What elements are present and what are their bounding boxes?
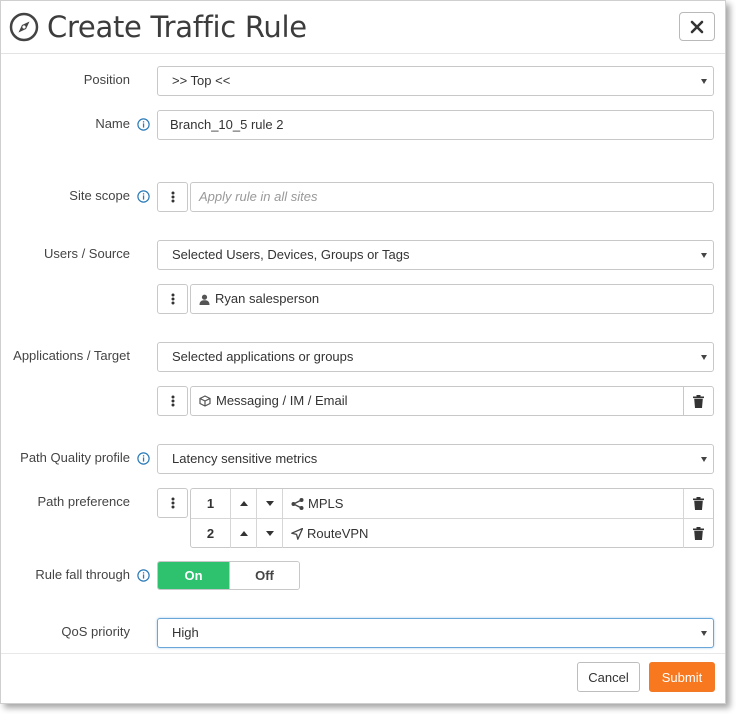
submit-button[interactable]: Submit [649,662,715,692]
share-icon [291,497,304,510]
qos-priority-value: High [172,625,199,640]
dialog-title: Create Traffic Rule [47,10,307,44]
path-row: 2 RouteVPN [191,518,713,548]
applications-target-label: Applications / Target [13,348,130,363]
users-list-field[interactable]: Ryan salesperson [190,284,714,314]
delete-application-button[interactable] [683,387,713,415]
position-value: >> Top << [172,73,231,88]
create-traffic-rule-dialog: Create Traffic Rule Position >> Top << N… [0,0,726,704]
applications-list-field[interactable]: Messaging / IM / Email [190,386,714,416]
site-scope-label: Site scope [69,188,130,203]
position-select[interactable]: >> Top << [157,66,714,96]
applications-menu-button[interactable] [157,386,188,416]
compass-icon [9,12,39,42]
user-icon [199,294,210,305]
caret-down-icon [265,501,274,506]
cancel-button[interactable]: Cancel [577,662,640,692]
trash-icon [693,394,704,408]
site-scope-placeholder: Apply rule in all sites [199,189,318,204]
rule-fall-through-label: Rule fall through [35,567,130,582]
move-down-button[interactable] [257,489,283,518]
path-order: 1 [191,489,231,518]
move-up-button[interactable] [231,489,257,518]
kebab-menu-icon [171,497,174,509]
path-preference-menu-button[interactable] [157,488,188,518]
users-menu-button[interactable] [157,284,188,314]
info-icon[interactable] [137,118,150,131]
chevron-down-icon [701,631,707,636]
path-name: RouteVPN [307,526,369,541]
path-name-cell: RouteVPN [283,519,368,548]
move-down-button[interactable] [257,519,283,548]
info-icon[interactable] [137,569,150,582]
chevron-down-icon [701,253,707,258]
path-name: MPLS [308,496,344,511]
chevron-down-icon [701,79,707,84]
caret-up-icon [239,501,248,506]
cube-icon [199,395,211,407]
qos-priority-label: QoS priority [61,624,130,639]
close-icon [690,20,704,33]
user-item-label: Ryan salesperson [215,291,320,306]
caret-down-icon [265,531,274,536]
name-value: Branch_10_5 rule 2 [170,117,284,132]
info-icon[interactable] [137,190,150,203]
path-order: 2 [191,519,231,548]
delete-path-button[interactable] [683,519,713,548]
info-icon[interactable] [137,452,150,465]
path-quality-value: Latency sensitive metrics [172,451,318,466]
close-button[interactable] [679,12,715,41]
qos-priority-select[interactable]: High [157,618,714,648]
caret-up-icon [239,531,248,536]
kebab-menu-icon [171,395,174,407]
applications-target-select[interactable]: Selected applications or groups [157,342,714,372]
path-quality-label: Path Quality profile [20,450,130,465]
users-source-select[interactable]: Selected Users, Devices, Groups or Tags [157,240,714,270]
chevron-down-icon [701,457,707,462]
name-input[interactable]: Branch_10_5 rule 2 [157,110,714,140]
application-item-label: Messaging / IM / Email [216,393,348,408]
trash-icon [693,527,704,540]
applications-target-value: Selected applications or groups [172,349,354,364]
path-name-cell: MPLS [283,489,343,518]
application-item: Messaging / IM / Email [199,387,348,415]
path-row: 1 MPLS [191,489,713,518]
footer-divider [1,653,725,654]
header-divider [1,53,725,54]
toggle-on-option[interactable]: On [158,562,229,589]
trash-icon [693,497,704,510]
delete-path-button[interactable] [683,489,713,518]
users-source-label: Users / Source [44,246,130,261]
user-item: Ryan salesperson [199,285,319,313]
kebab-menu-icon [171,293,174,305]
chevron-down-icon [701,355,707,360]
users-source-value: Selected Users, Devices, Groups or Tags [172,247,410,262]
name-label: Name [95,116,130,131]
path-preference-table: 1 MPLS 2 RouteVPN [190,488,714,548]
path-preference-label: Path preference [37,494,130,509]
site-scope-menu-button[interactable] [157,182,188,212]
move-up-button[interactable] [231,519,257,548]
path-quality-select[interactable]: Latency sensitive metrics [157,444,714,474]
toggle-off-option[interactable]: Off [229,562,299,589]
rule-fall-through-toggle: On Off [157,561,300,590]
position-label: Position [83,72,130,87]
kebab-menu-icon [171,191,174,203]
dialog-header: Create Traffic Rule [9,7,307,47]
location-arrow-icon [291,527,303,540]
site-scope-field[interactable]: Apply rule in all sites [190,182,714,212]
